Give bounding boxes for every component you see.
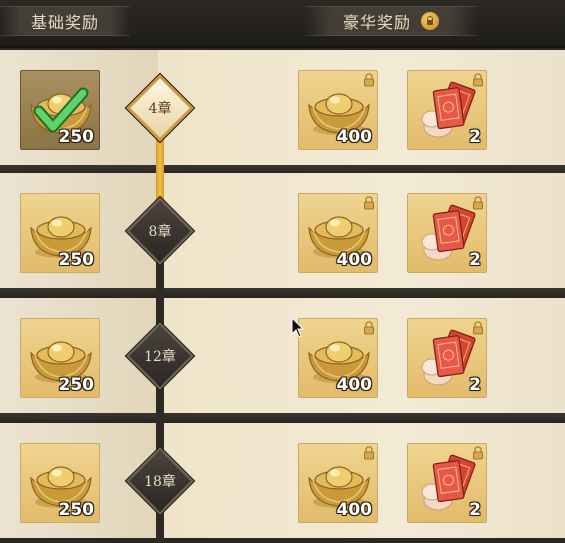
- reward-row: 250 400 2: [0, 298, 565, 413]
- premium-reward-item[interactable]: 400: [298, 318, 378, 398]
- premium-reward-item[interactable]: 400: [298, 70, 378, 150]
- tab-premium-label: 豪华奖励: [342, 13, 411, 32]
- chapter-label: 12章: [144, 349, 176, 365]
- tab-premium-rewards[interactable]: 豪华奖励: [305, 6, 477, 36]
- basic-reward-item[interactable]: 250: [20, 70, 100, 150]
- item-count: 400: [336, 375, 373, 395]
- premium-reward-item[interactable]: 2: [407, 70, 487, 150]
- item-count: 400: [336, 500, 373, 520]
- item-count: 2: [469, 375, 481, 395]
- basic-reward-item[interactable]: 250: [20, 193, 100, 273]
- item-count: 2: [469, 127, 481, 147]
- row-divider: [0, 165, 565, 173]
- premium-reward-item[interactable]: 2: [407, 443, 487, 523]
- item-count: 250: [58, 250, 95, 270]
- premium-reward-item[interactable]: 2: [407, 318, 487, 398]
- premium-reward-item[interactable]: 400: [298, 443, 378, 523]
- reward-row: 250 400 2: [0, 423, 565, 538]
- chapter-label: 18章: [144, 474, 176, 490]
- item-count: 400: [336, 250, 373, 270]
- reward-row: 250 400 2: [0, 50, 565, 165]
- chapter-node: 12章: [120, 316, 200, 396]
- chapter-label: 4章: [148, 101, 172, 117]
- reward-row: 250 400 2: [0, 173, 565, 288]
- item-count: 250: [58, 500, 95, 520]
- chapter-label: 8章: [148, 224, 172, 240]
- premium-reward-item[interactable]: 400: [298, 193, 378, 273]
- item-count: 250: [58, 127, 95, 147]
- row-divider: [0, 288, 565, 296]
- chapter-node: 8章: [120, 191, 200, 271]
- basic-reward-item[interactable]: 250: [20, 443, 100, 523]
- tab-basic-rewards[interactable]: 基础奖励: [0, 6, 130, 36]
- chapter-node: 4章: [120, 68, 200, 148]
- tab-basic-label: 基础奖励: [30, 13, 99, 32]
- mouse-cursor-icon: [291, 317, 305, 338]
- premium-reward-item[interactable]: 2: [407, 193, 487, 273]
- item-count: 250: [58, 375, 95, 395]
- item-count: 400: [336, 127, 373, 147]
- row-divider: [0, 413, 565, 421]
- item-count: 2: [469, 500, 481, 520]
- basic-reward-item[interactable]: 250: [20, 318, 100, 398]
- reward-tabs-header: 基础奖励 豪华奖励: [0, 0, 565, 48]
- lock-icon: [421, 12, 439, 30]
- chapter-node: 18章: [120, 441, 200, 521]
- item-count: 2: [469, 250, 481, 270]
